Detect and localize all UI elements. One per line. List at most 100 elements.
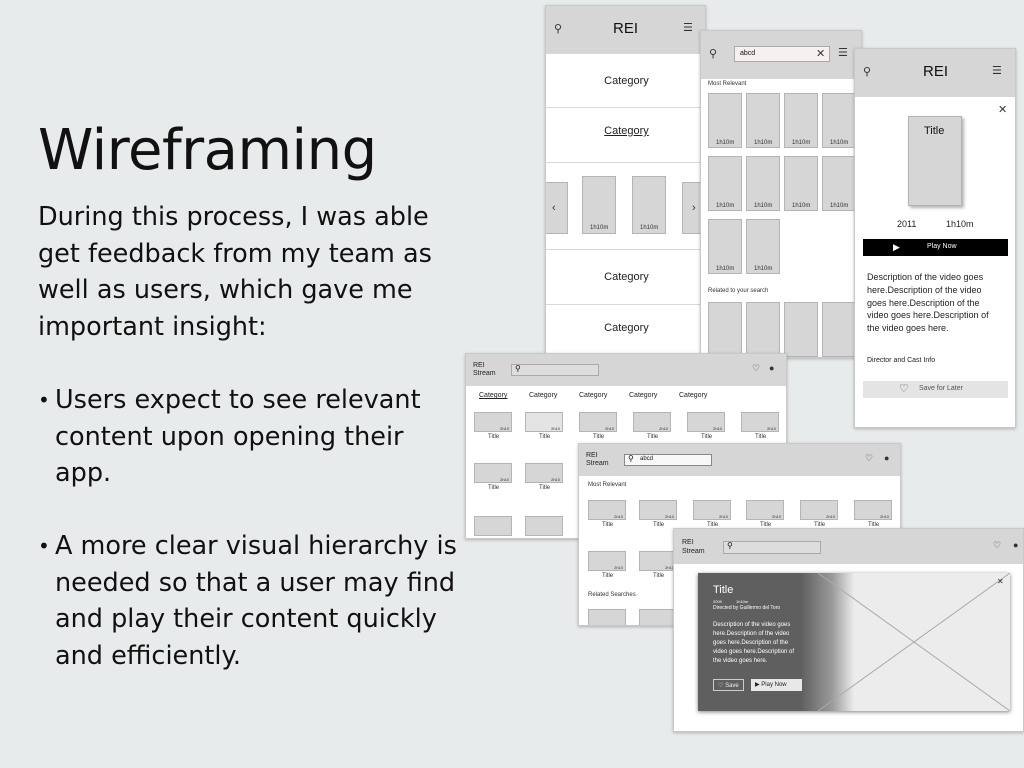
modal-length: 1h10m (736, 599, 749, 604)
result-thumb[interactable]: 2h10 (639, 500, 677, 520)
result-thumb[interactable]: 1h10m (746, 219, 780, 274)
result-thumb[interactable]: 1h10m (784, 156, 818, 211)
menu-icon[interactable]: ☰ (683, 21, 693, 34)
title-thumb[interactable] (474, 516, 512, 536)
related-thumb[interactable] (588, 609, 626, 625)
intro-paragraph: During this process, I was able get feed… (38, 202, 432, 342)
placeholder-image (818, 573, 1010, 711)
title-thumb[interactable]: 2h10 (474, 412, 512, 432)
title-thumb[interactable]: 2h10 (525, 412, 563, 432)
search-input[interactable]: ⚲ (723, 541, 821, 554)
search-icon[interactable]: ⚲ (554, 22, 562, 35)
title-thumb[interactable]: 2h10 (687, 412, 725, 432)
thumb-meta: 2h10 (665, 514, 674, 519)
category-row[interactable]: Category (546, 125, 705, 137)
heart-icon[interactable]: ♡ (993, 540, 1001, 551)
thumb-duration: 1h10m (716, 140, 735, 146)
close-icon[interactable]: ✕ (997, 577, 1004, 586)
search-input[interactable]: ⚲ abcd (624, 454, 712, 466)
related-thumb[interactable] (639, 609, 677, 625)
thumb-title: Title (539, 485, 551, 491)
thumb-meta: 2h10 (880, 514, 889, 519)
related-thumb[interactable] (822, 302, 856, 357)
app-brand: REI Stream (682, 539, 705, 555)
wireframe-phone-home: ⚲ REI ☰ Category Category ‹ 1h10m 1h10m … (545, 5, 706, 355)
heart-icon: ♡ (718, 683, 724, 689)
save-button[interactable]: ♡ Save (713, 679, 744, 691)
chevron-left-icon[interactable]: ‹ (552, 202, 556, 214)
user-icon[interactable]: ● (1013, 540, 1018, 550)
thumb-duration: 1h10m (830, 140, 849, 146)
related-thumb[interactable] (708, 302, 742, 357)
thumb-title: Title (593, 434, 605, 440)
menu-icon[interactable]: ☰ (838, 46, 848, 59)
heart-icon[interactable]: ♡ (752, 363, 760, 374)
play-now-button[interactable]: ▶ Play Now (751, 679, 802, 691)
title-thumb[interactable]: 2h10 (525, 463, 563, 483)
play-now-button[interactable]: ▶ Play Now (863, 239, 1008, 256)
category-tab[interactable]: Category (479, 392, 507, 399)
result-thumb[interactable]: 2h10 (800, 500, 838, 520)
result-thumb[interactable]: 2h10 (854, 500, 892, 520)
modal-title: Title (713, 584, 734, 596)
title-thumb[interactable]: 2h10 (633, 412, 671, 432)
result-thumb[interactable]: 1h10m (708, 219, 742, 274)
related-thumb[interactable] (746, 302, 780, 357)
save-for-later-button[interactable]: ♡ Save for Later (863, 381, 1008, 398)
user-icon[interactable]: ● (884, 453, 889, 463)
result-thumb[interactable]: 2h10 (693, 500, 731, 520)
result-thumb[interactable]: 1h10m (784, 93, 818, 148)
section-heading: Most Relevant (708, 81, 747, 87)
search-input[interactable]: ⚲ (511, 364, 599, 376)
title-thumb[interactable]: 2h10 (741, 412, 779, 432)
thumb-meta: 2h10 (826, 514, 835, 519)
search-icon: ⚲ (727, 541, 733, 550)
search-icon[interactable]: ⚲ (709, 47, 717, 60)
category-tab[interactable]: Category (679, 392, 707, 399)
category-tab[interactable]: Category (529, 392, 557, 399)
title-thumb[interactable] (525, 516, 563, 536)
result-thumb[interactable]: 2h10 (588, 551, 626, 571)
chevron-right-icon[interactable]: › (692, 202, 696, 214)
modal-director: Directed by Guillermo del Toro (713, 605, 781, 611)
thumb-duration: 1h10m (716, 203, 735, 209)
search-icon[interactable]: ⚲ (863, 65, 871, 78)
result-thumb[interactable]: 1h10m (822, 93, 856, 148)
result-thumb[interactable]: 2h10 (639, 551, 677, 571)
result-thumb[interactable]: 1h10m (822, 156, 856, 211)
user-icon[interactable]: ● (769, 363, 774, 373)
thumb-meta: 2h10 (767, 426, 776, 431)
carousel-thumb[interactable]: 1h10m (582, 176, 616, 234)
result-thumb[interactable]: 1h10m (746, 93, 780, 148)
menu-icon[interactable]: ☰ (992, 64, 1002, 77)
title-thumb[interactable]: 2h10 (579, 412, 617, 432)
result-thumb[interactable]: 2h10 (588, 500, 626, 520)
result-thumb[interactable]: 1h10m (708, 93, 742, 148)
related-thumb[interactable] (784, 302, 818, 357)
close-icon[interactable]: ✕ (998, 103, 1007, 116)
app-header: REI Stream ⚲ ♡ ● (466, 354, 786, 386)
modal-description: Description of the video goes here.Descr… (713, 622, 795, 664)
thumb-meta: 2h10 (551, 477, 560, 482)
play-icon: ▶ (755, 682, 760, 688)
category-row[interactable]: Category (546, 271, 705, 283)
category-tab[interactable]: Category (579, 392, 607, 399)
category-row[interactable]: Category (546, 322, 705, 334)
category-row[interactable]: Category (546, 75, 705, 87)
app-brand: REI (613, 20, 639, 37)
carousel-thumb[interactable] (546, 182, 568, 234)
video-description: Description of the video goes here.Descr… (867, 272, 989, 334)
heart-icon[interactable]: ♡ (865, 453, 873, 464)
result-thumb[interactable]: 2h10 (746, 500, 784, 520)
category-tab[interactable]: Category (629, 392, 657, 399)
carousel-thumb[interactable]: 1h10m (632, 176, 666, 234)
result-thumb[interactable]: 1h10m (746, 156, 780, 211)
thumb-title: Title (539, 434, 551, 440)
video-detail-modal: Title 2009 1h10m Directed by Guillermo d… (698, 573, 1010, 711)
close-icon[interactable]: ✕ (816, 47, 825, 60)
thumb-duration: 1h10m (754, 266, 773, 272)
thumb-duration: 1h10m (792, 203, 811, 209)
result-thumb[interactable]: 1h10m (708, 156, 742, 211)
search-icon: ⚲ (628, 454, 634, 463)
title-thumb[interactable]: 2h10 (474, 463, 512, 483)
